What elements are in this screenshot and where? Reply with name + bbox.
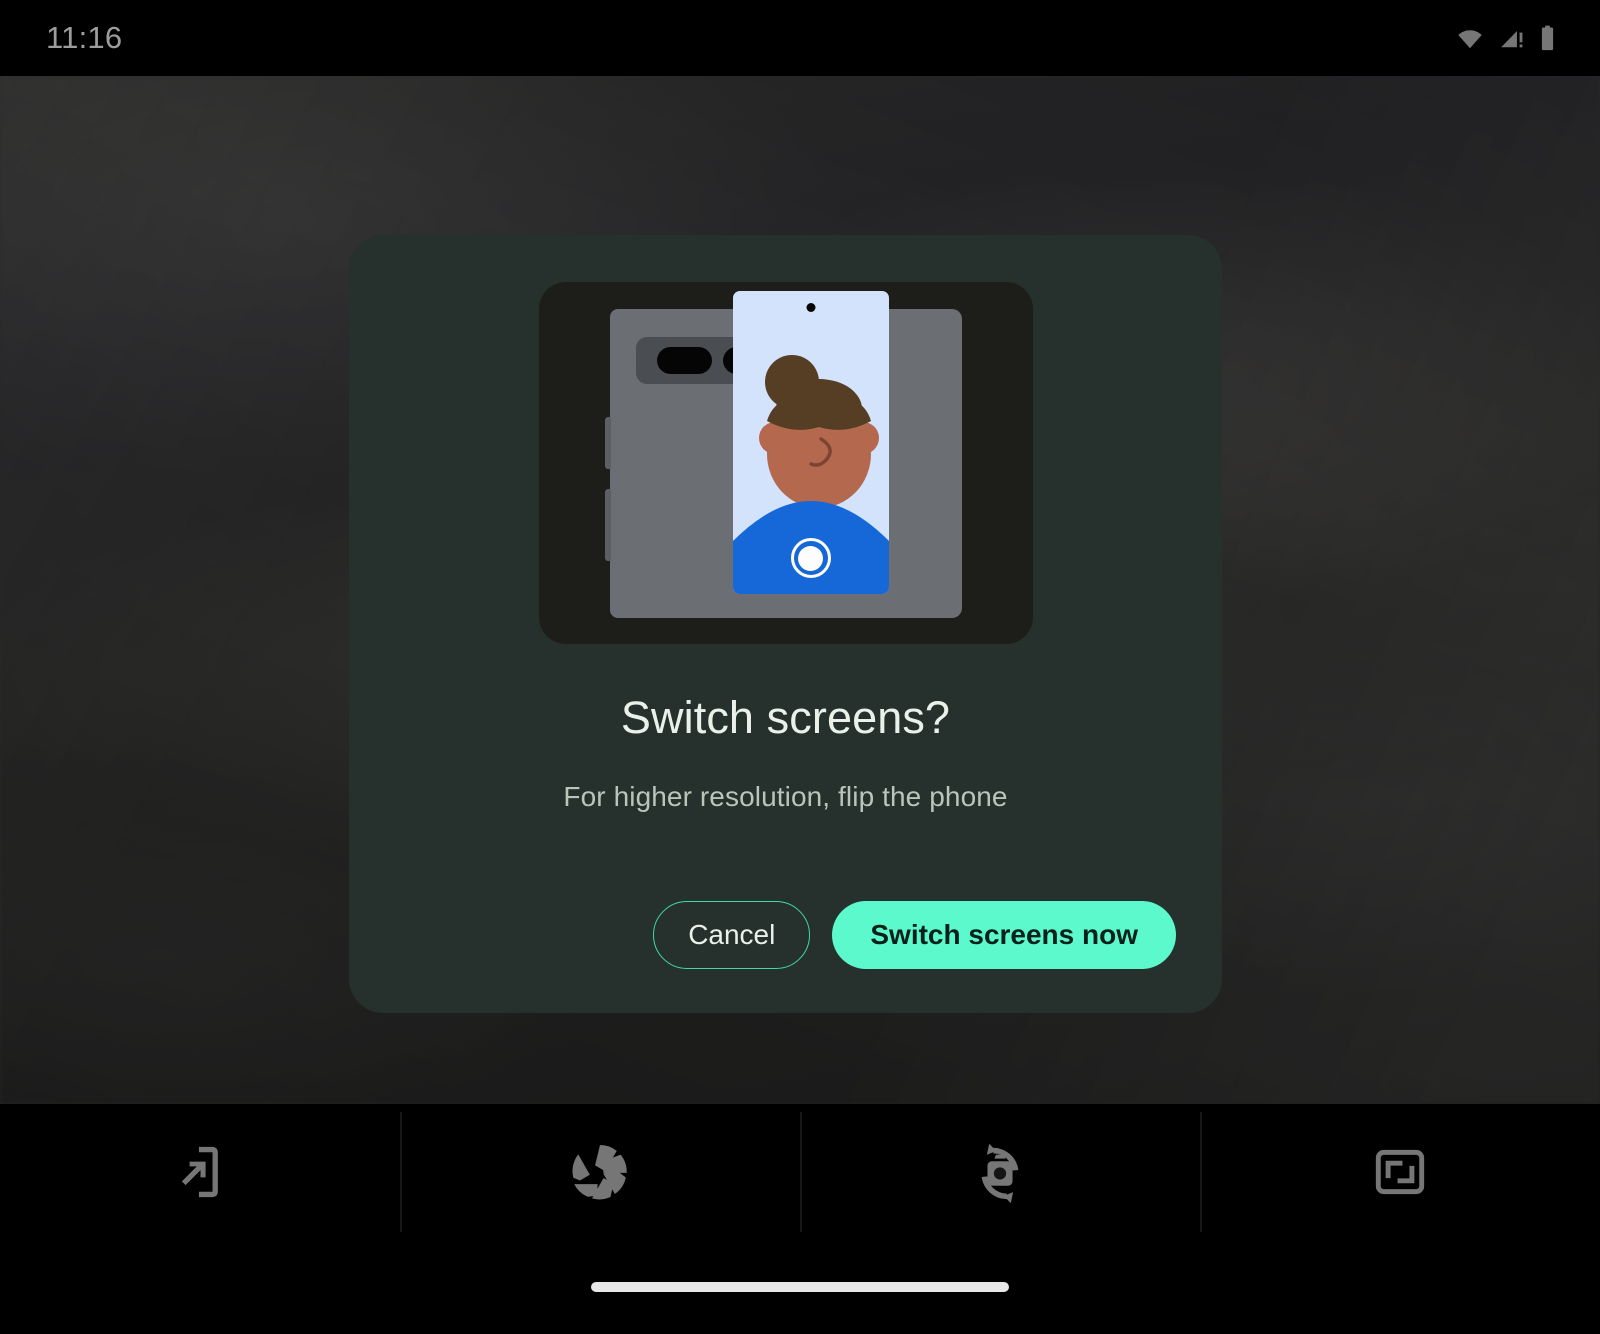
switch-screen-icon bbox=[181, 1146, 218, 1198]
foldable-phone-selfie-illustration bbox=[538, 282, 1033, 644]
volume-button-graphic bbox=[604, 489, 611, 561]
navigation-bar bbox=[0, 1240, 1600, 1334]
shutter-button[interactable] bbox=[400, 1104, 800, 1240]
cover-screen-preview bbox=[732, 291, 889, 594]
status-icons bbox=[1455, 24, 1556, 52]
aperture-icon bbox=[572, 1145, 627, 1200]
flip-camera-icon bbox=[981, 1143, 1019, 1204]
status-clock: 11:16 bbox=[46, 20, 123, 55]
wifi-icon bbox=[1458, 30, 1482, 49]
home-indicator[interactable] bbox=[591, 1282, 1009, 1292]
shutter-core bbox=[798, 545, 823, 571]
flip-camera-button[interactable] bbox=[800, 1104, 1200, 1240]
dialog-message: For higher resolution, flip the phone bbox=[563, 781, 1008, 812]
dialog-title: Switch screens? bbox=[620, 692, 951, 743]
cancel-button[interactable]: Cancel bbox=[653, 901, 811, 969]
bottom-toolbar bbox=[0, 1104, 1600, 1240]
phone-screen: 11:16 Switch screens? For higher resolut… bbox=[0, 0, 1600, 1334]
aspect-ratio-button[interactable] bbox=[1200, 1104, 1600, 1240]
switch-screens-now-button[interactable]: Switch screens now bbox=[832, 901, 1176, 969]
status-bar: 11:16 bbox=[0, 0, 1600, 76]
shutter-button-graphic bbox=[790, 538, 831, 578]
dialog-actions: Cancel Switch screens now bbox=[653, 901, 1176, 969]
switch-screens-dialog: Switch screens? For higher resolution, f… bbox=[349, 235, 1222, 1013]
battery-icon bbox=[1541, 25, 1554, 51]
front-camera-dot-icon bbox=[806, 303, 815, 312]
switch-screen-button[interactable] bbox=[0, 1104, 400, 1240]
power-button-graphic bbox=[604, 417, 611, 469]
aspect-ratio-icon bbox=[1375, 1149, 1425, 1195]
cellular-signal-warning-icon bbox=[1501, 30, 1523, 48]
camera-lens-pill-icon bbox=[656, 347, 712, 374]
